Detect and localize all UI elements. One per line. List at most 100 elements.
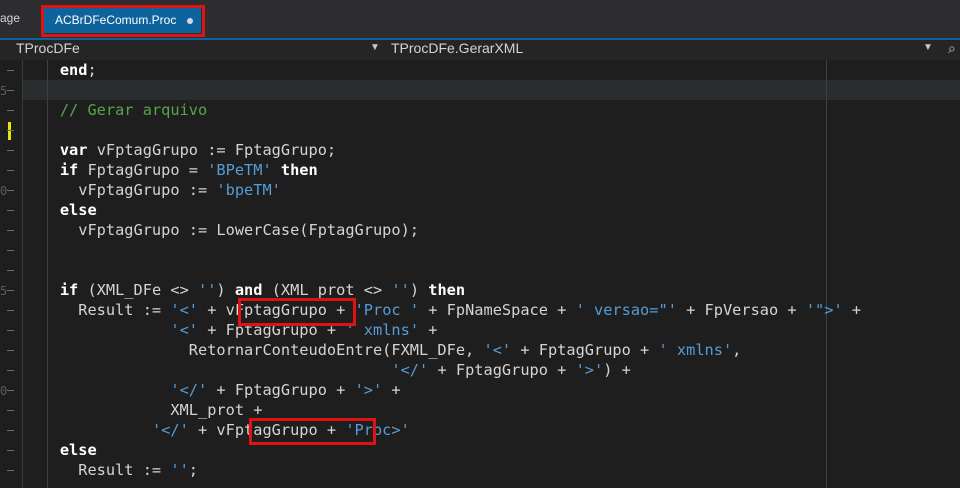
- code-line[interactable]: Result := '<' + vFptagGrupo + 'Proc ' + …: [23, 300, 861, 320]
- code-line[interactable]: // Gerar arquivo: [23, 100, 207, 120]
- code-token: + FpVersao +: [676, 301, 806, 319]
- line-number: 0: [0, 184, 8, 198]
- comment: // Gerar arquivo: [59, 101, 208, 119]
- code-token: FptagGrupo =: [78, 161, 208, 179]
- gutter-tick: [7, 290, 14, 291]
- code-editor[interactable]: end; // Gerar arquivo var vFptagGrupo :=…: [23, 60, 960, 488]
- code-token: ) +: [603, 361, 631, 379]
- code-token: (XML_prot <>: [262, 281, 392, 299]
- string-literal: ' xmlns': [345, 321, 420, 339]
- code-token: +: [382, 381, 401, 399]
- code-token: + vFptagGrupo +: [198, 301, 355, 319]
- gutter-tick: [7, 230, 14, 231]
- code-line[interactable]: '</' + vFptagGrupo + 'Proc>': [23, 420, 410, 440]
- keyword: end: [59, 61, 88, 79]
- unsaved-dot-icon[interactable]: [187, 18, 193, 24]
- code-line[interactable]: end;: [23, 60, 97, 80]
- code-token: XML_prot +: [23, 401, 263, 419]
- string-literal: '</': [151, 421, 189, 439]
- keyword: then: [428, 281, 466, 299]
- gutter-tick: [7, 430, 14, 431]
- string-literal: 'bpeTM': [216, 181, 281, 199]
- string-literal: ' xmlns': [658, 341, 733, 359]
- string-literal: '>': [354, 381, 383, 399]
- gutter-tick: [7, 90, 14, 91]
- gutter-tick: [7, 170, 14, 171]
- gutter-tick: [7, 370, 14, 371]
- search-icon[interactable]: ⌕: [948, 40, 956, 57]
- string-literal: '">': [805, 301, 843, 319]
- code-line[interactable]: XML_prot +: [23, 400, 262, 420]
- change-indicator: [8, 122, 11, 140]
- gutter-tick: [7, 330, 14, 331]
- string-literal: '</': [391, 361, 429, 379]
- code-line[interactable]: Result := '';: [23, 460, 198, 480]
- gutter-tick: [7, 310, 14, 311]
- gutter-tick: [7, 270, 14, 271]
- chevron-down-icon[interactable]: ▼: [370, 42, 380, 53]
- code-line[interactable]: else: [23, 440, 97, 460]
- string-literal: '</': [170, 381, 208, 399]
- member-dropdown[interactable]: TProcDFe.GerarXML: [391, 40, 523, 56]
- string-literal: 'Proc>': [345, 421, 410, 439]
- keyword: else: [59, 201, 97, 219]
- code-line[interactable]: '</' + FptagGrupo + '>') +: [23, 360, 631, 380]
- string-literal: '<': [170, 321, 198, 339]
- type-dropdown[interactable]: TProcDFe: [16, 40, 80, 56]
- gutter-tick: [7, 450, 14, 451]
- gutter-tick: [7, 250, 14, 251]
- keyword: then: [280, 161, 318, 179]
- string-literal: '': [198, 281, 217, 299]
- gutter-tick: [7, 210, 14, 211]
- gutter-tick: [7, 130, 14, 131]
- keyword: var: [59, 141, 88, 159]
- code-token: vFptagGrupo :=: [23, 181, 217, 199]
- tab-active[interactable]: ACBrDFeComum.Proc: [43, 8, 201, 33]
- code-token: Result :=: [23, 301, 171, 319]
- code-line[interactable]: RetornarConteudoEntre(FXML_DFe, '<' + Fp…: [23, 340, 742, 360]
- code-token: ): [216, 281, 235, 299]
- string-literal: '': [391, 281, 410, 299]
- tab-previous[interactable]: age: [0, 11, 20, 25]
- code-token: +: [842, 301, 862, 319]
- right-margin-guide: [826, 60, 827, 488]
- string-literal: 'BPeTM': [207, 161, 272, 179]
- gutter-tick: [7, 150, 14, 151]
- code-token: ;: [87, 61, 97, 79]
- code-line[interactable]: '<' + FptagGrupo + ' xmlns' +: [23, 320, 437, 340]
- code-line[interactable]: if FptagGrupo = 'BPeTM' then: [23, 160, 318, 180]
- code-token: + FpNameSpace +: [419, 301, 576, 319]
- code-line[interactable]: else: [23, 200, 97, 220]
- code-token: + FptagGrupo +: [511, 341, 659, 359]
- gutter-tick: [7, 470, 14, 471]
- code-line[interactable]: vFptagGrupo := LowerCase(FptagGrupo);: [23, 220, 419, 240]
- line-number-gutter: 5 0 5 0: [0, 60, 22, 488]
- chevron-down-icon[interactable]: ▼: [923, 42, 933, 53]
- code-token: + vFptagGrupo +: [188, 421, 346, 439]
- gutter-tick: [7, 390, 14, 391]
- gutter-tick: [7, 350, 14, 351]
- code-line[interactable]: '</' + FptagGrupo + '>' +: [23, 380, 401, 400]
- code-token: vFptagGrupo := LowerCase(FptagGrupo);: [23, 221, 420, 239]
- code-token: ;: [188, 461, 198, 479]
- code-line[interactable]: if (XML_DFe <> '') and (XML_prot <> '') …: [23, 280, 465, 300]
- keyword: if: [59, 281, 79, 299]
- keyword: else: [59, 441, 97, 459]
- code-line[interactable]: vFptagGrupo := 'bpeTM': [23, 180, 281, 200]
- line-number: 5: [0, 284, 8, 298]
- keyword: if: [59, 161, 79, 179]
- tab-bar: age ACBrDFeComum.Proc: [0, 0, 960, 38]
- gutter-tick: [7, 70, 14, 71]
- code-token: + FptagGrupo +: [198, 321, 346, 339]
- code-line[interactable]: var vFptagGrupo := FptagGrupo;: [23, 140, 336, 160]
- keyword: and: [234, 281, 263, 299]
